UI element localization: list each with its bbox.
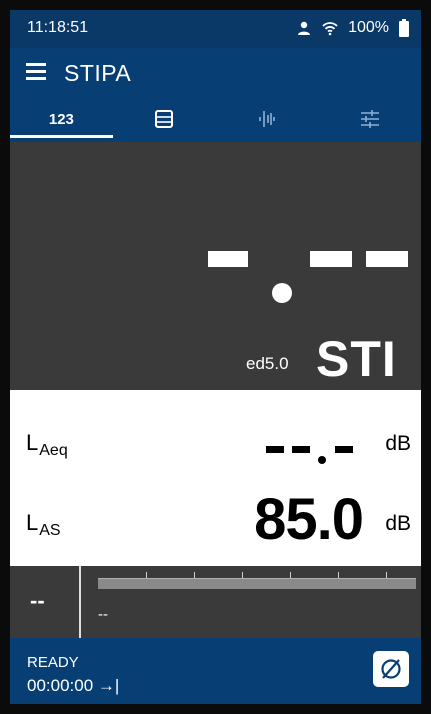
person-icon [298, 21, 311, 35]
tab-numeric-label: 123 [48, 110, 74, 128]
las-label: LAS [26, 510, 61, 539]
las-unit: dB [385, 512, 411, 535]
clear-button[interactable] [373, 651, 409, 687]
bottom-bar: READY 00:00:00 →| [10, 638, 421, 704]
level-panel: LAeq --.- dB LAS 85.0 dB [10, 390, 421, 566]
status-time: 11:18:51 [27, 19, 89, 36]
laeq-digit-dash [335, 446, 353, 453]
laeq-digit-dash [292, 446, 310, 453]
device-screen: 11:18:51 100% STIPA 123 ed5.0 STI LAeq d… [10, 10, 421, 704]
sti-digit-dash [366, 251, 408, 267]
sti-digit-dash [310, 251, 352, 267]
list-icon [155, 110, 174, 128]
status-icons: 100% [296, 19, 409, 37]
tab-bar: 123 [10, 96, 421, 142]
menu-button[interactable] [24, 58, 50, 84]
tab-numeric[interactable]: 123 [10, 96, 113, 142]
hamburger-icon [26, 63, 46, 66]
empty-set-icon [381, 659, 401, 679]
meter-strip: -- -- [10, 566, 421, 638]
sti-panel: -.-- ed5.0 STI [10, 142, 421, 390]
meter-left-value: -- [30, 588, 45, 613]
spectrum-icon [259, 111, 275, 127]
meter-sub-value: -- [98, 606, 108, 623]
sti-decimal-point [272, 283, 292, 303]
status-bar: 11:18:51 100% [10, 10, 421, 48]
measurement-status: READY [27, 654, 79, 671]
battery-icon [399, 19, 409, 37]
wifi-icon [322, 22, 338, 36]
measurement-timer: 00:00:00 →| [27, 676, 120, 695]
settings-sliders-icon [360, 110, 379, 128]
tab-spectrum[interactable] [216, 96, 319, 142]
battery-percent: 100% [348, 19, 389, 36]
tab-list[interactable] [113, 96, 216, 142]
las-value: 85.0 [254, 487, 364, 552]
sti-digit-dash [208, 251, 248, 267]
laeq-digit-dash [266, 446, 284, 453]
laeq-label: LAeq [26, 430, 68, 459]
laeq-decimal-point [318, 456, 326, 464]
tab-settings[interactable] [318, 96, 421, 142]
meter-divider [79, 566, 81, 638]
level-meter-bar [98, 578, 416, 589]
sti-edition: ed5.0 [246, 354, 289, 373]
app-title: STIPA [64, 60, 132, 86]
app-bar: STIPA [10, 48, 421, 96]
laeq-unit: dB [385, 432, 411, 455]
sti-unit: STI [316, 331, 397, 387]
